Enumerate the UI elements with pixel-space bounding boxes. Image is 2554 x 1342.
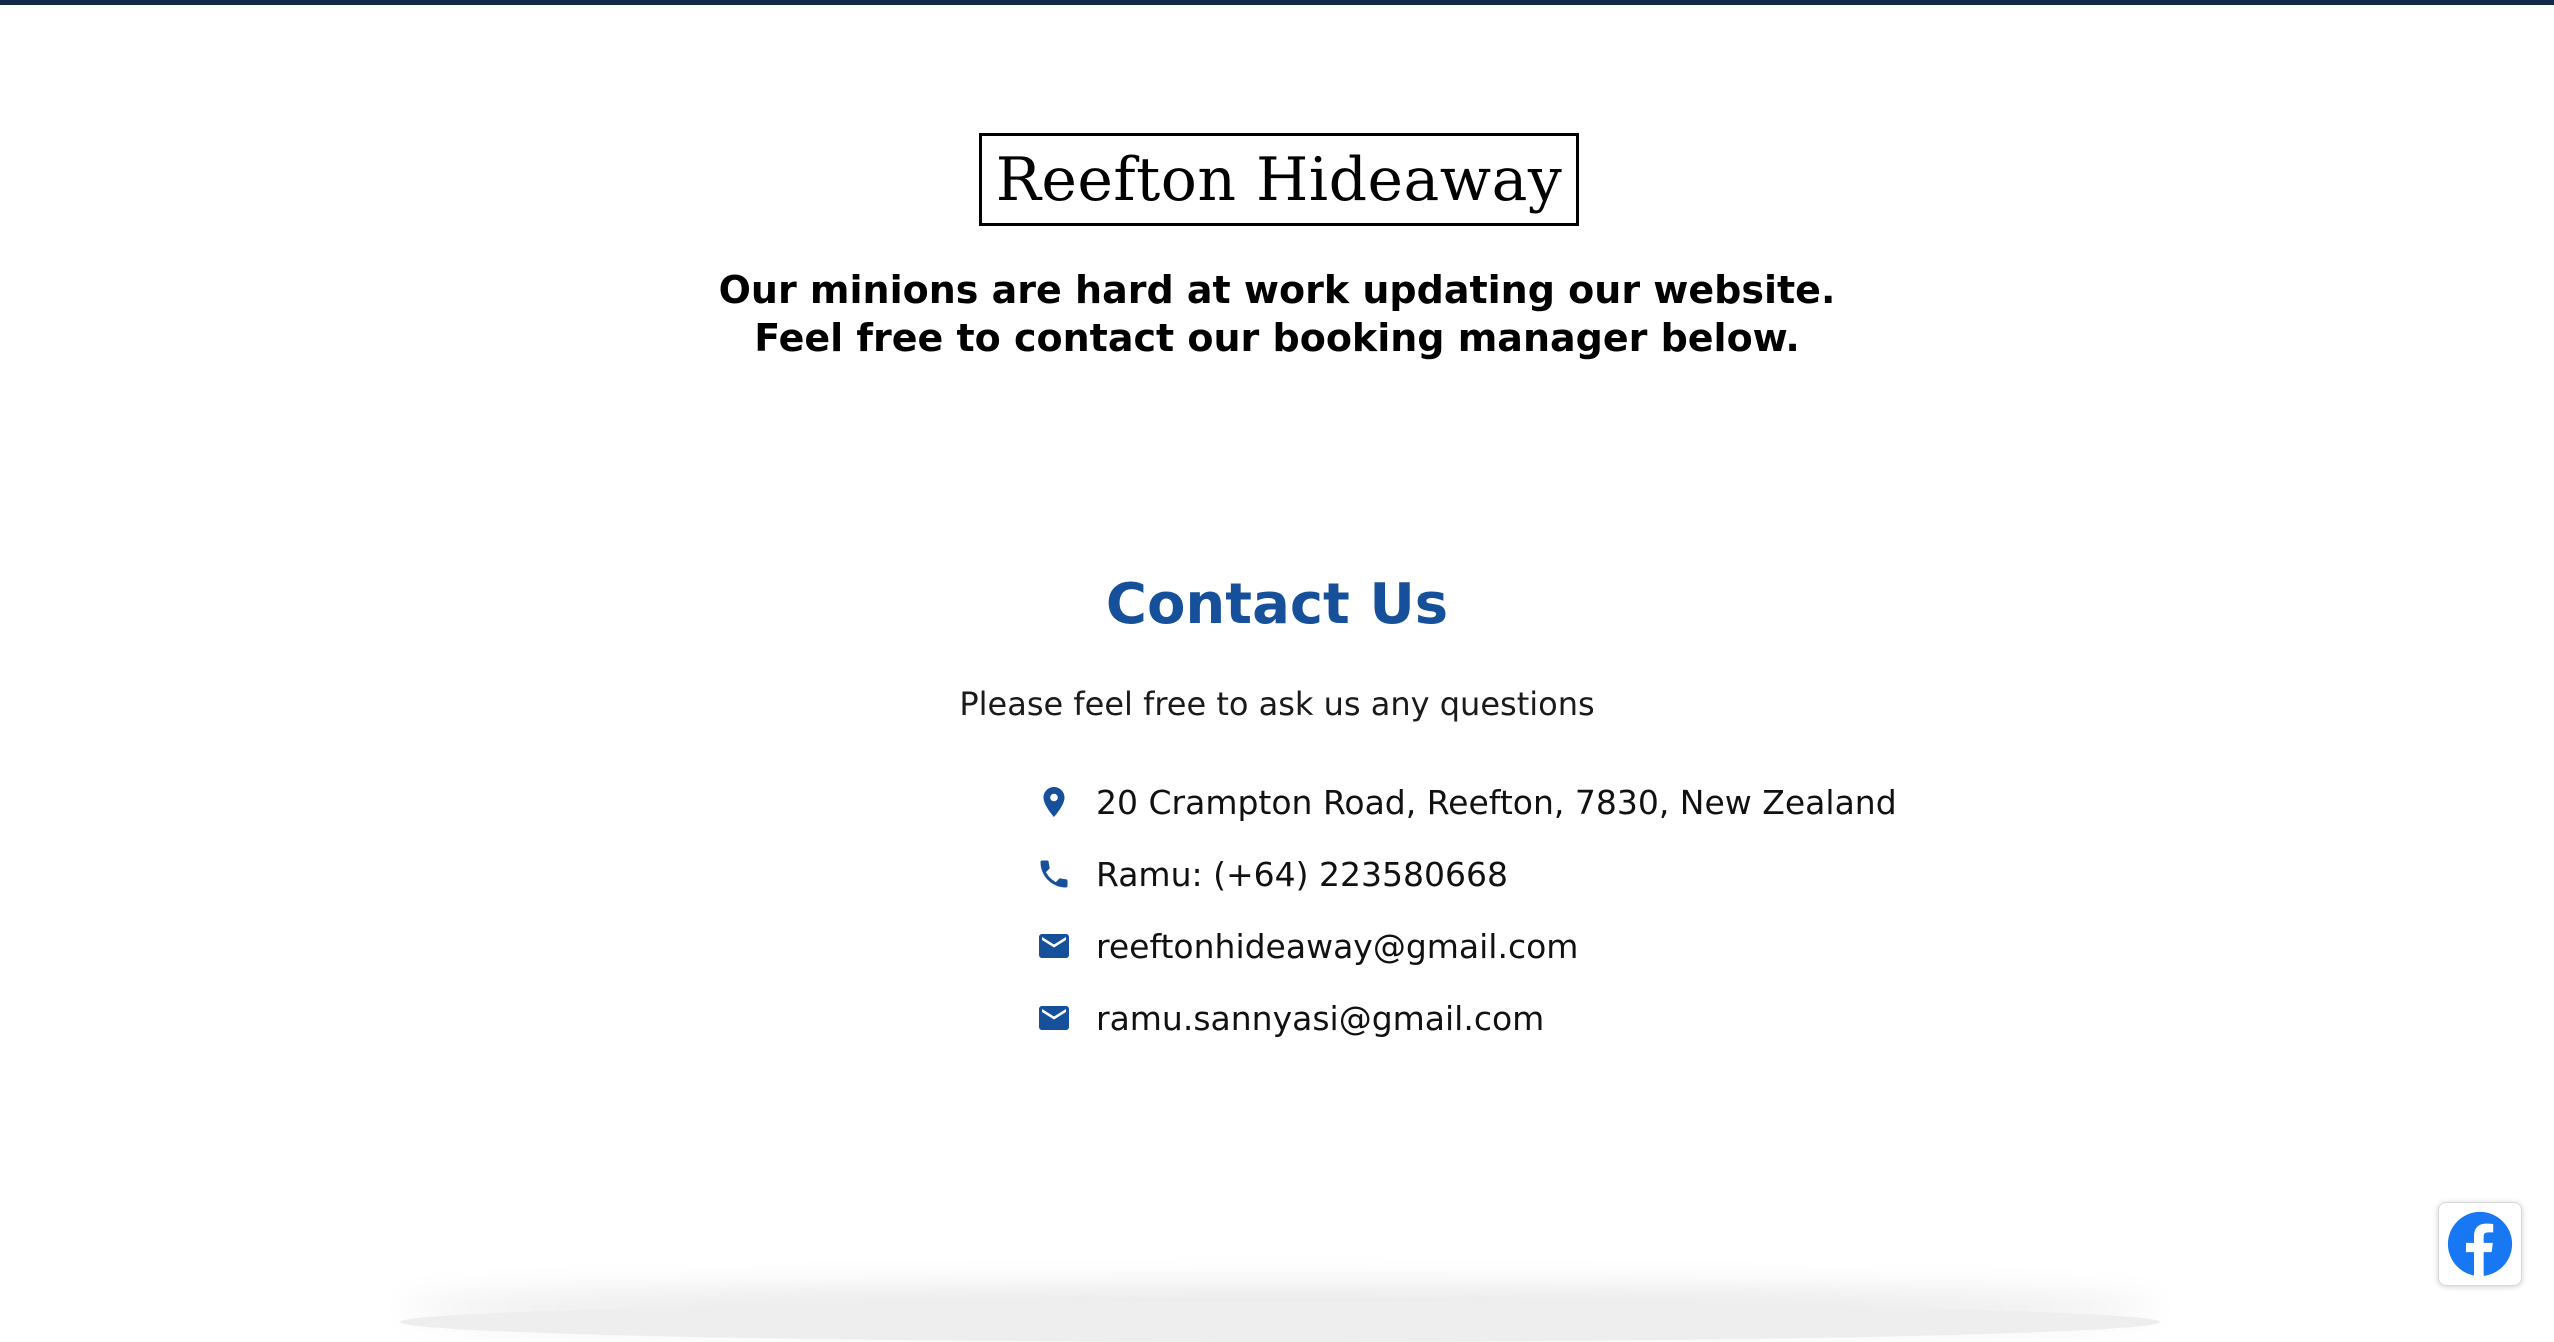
contact-item-email-2[interactable]: ramu.sannyasi@gmail.com xyxy=(1035,982,1897,1054)
contact-subtitle: Please feel free to ask us any questions xyxy=(959,685,1595,723)
facebook-button[interactable] xyxy=(2438,1202,2522,1286)
site-logo[interactable]: Reefton Hideaway xyxy=(979,133,1579,226)
mail-icon xyxy=(1035,999,1073,1037)
phone-icon xyxy=(1035,855,1073,893)
maintenance-notice: Our minions are hard at work updating ou… xyxy=(0,266,2554,362)
location-pin-icon xyxy=(1035,783,1073,821)
contact-address-text: 20 Crampton Road, Reefton, 7830, New Zea… xyxy=(1096,782,1897,822)
contact-email-link-2[interactable]: ramu.sannyasi@gmail.com xyxy=(1096,999,1544,1038)
contact-item-phone[interactable]: Ramu: (+64) 223580668 xyxy=(1035,838,1897,910)
site-logo-text: Reefton Hideaway xyxy=(995,144,1563,215)
contact-email-link-1[interactable]: reeftonhideaway@gmail.com xyxy=(1096,927,1578,966)
notice-line-2: Feel free to contact our booking manager… xyxy=(754,316,1800,360)
notice-line-1: Our minions are hard at work updating ou… xyxy=(718,268,1836,312)
facebook-icon xyxy=(2447,1211,2513,1277)
contact-list: 20 Crampton Road, Reefton, 7830, New Zea… xyxy=(1035,766,1897,1054)
mail-icon xyxy=(1035,927,1073,965)
top-border xyxy=(0,0,2554,5)
contact-phone-link[interactable]: Ramu: (+64) 223580668 xyxy=(1096,855,1508,894)
contact-title: Contact Us xyxy=(1105,572,1449,637)
contact-item-email-1[interactable]: reeftonhideaway@gmail.com xyxy=(1035,910,1897,982)
footer-shadow xyxy=(400,1302,2160,1342)
contact-item-address: 20 Crampton Road, Reefton, 7830, New Zea… xyxy=(1035,766,1897,838)
